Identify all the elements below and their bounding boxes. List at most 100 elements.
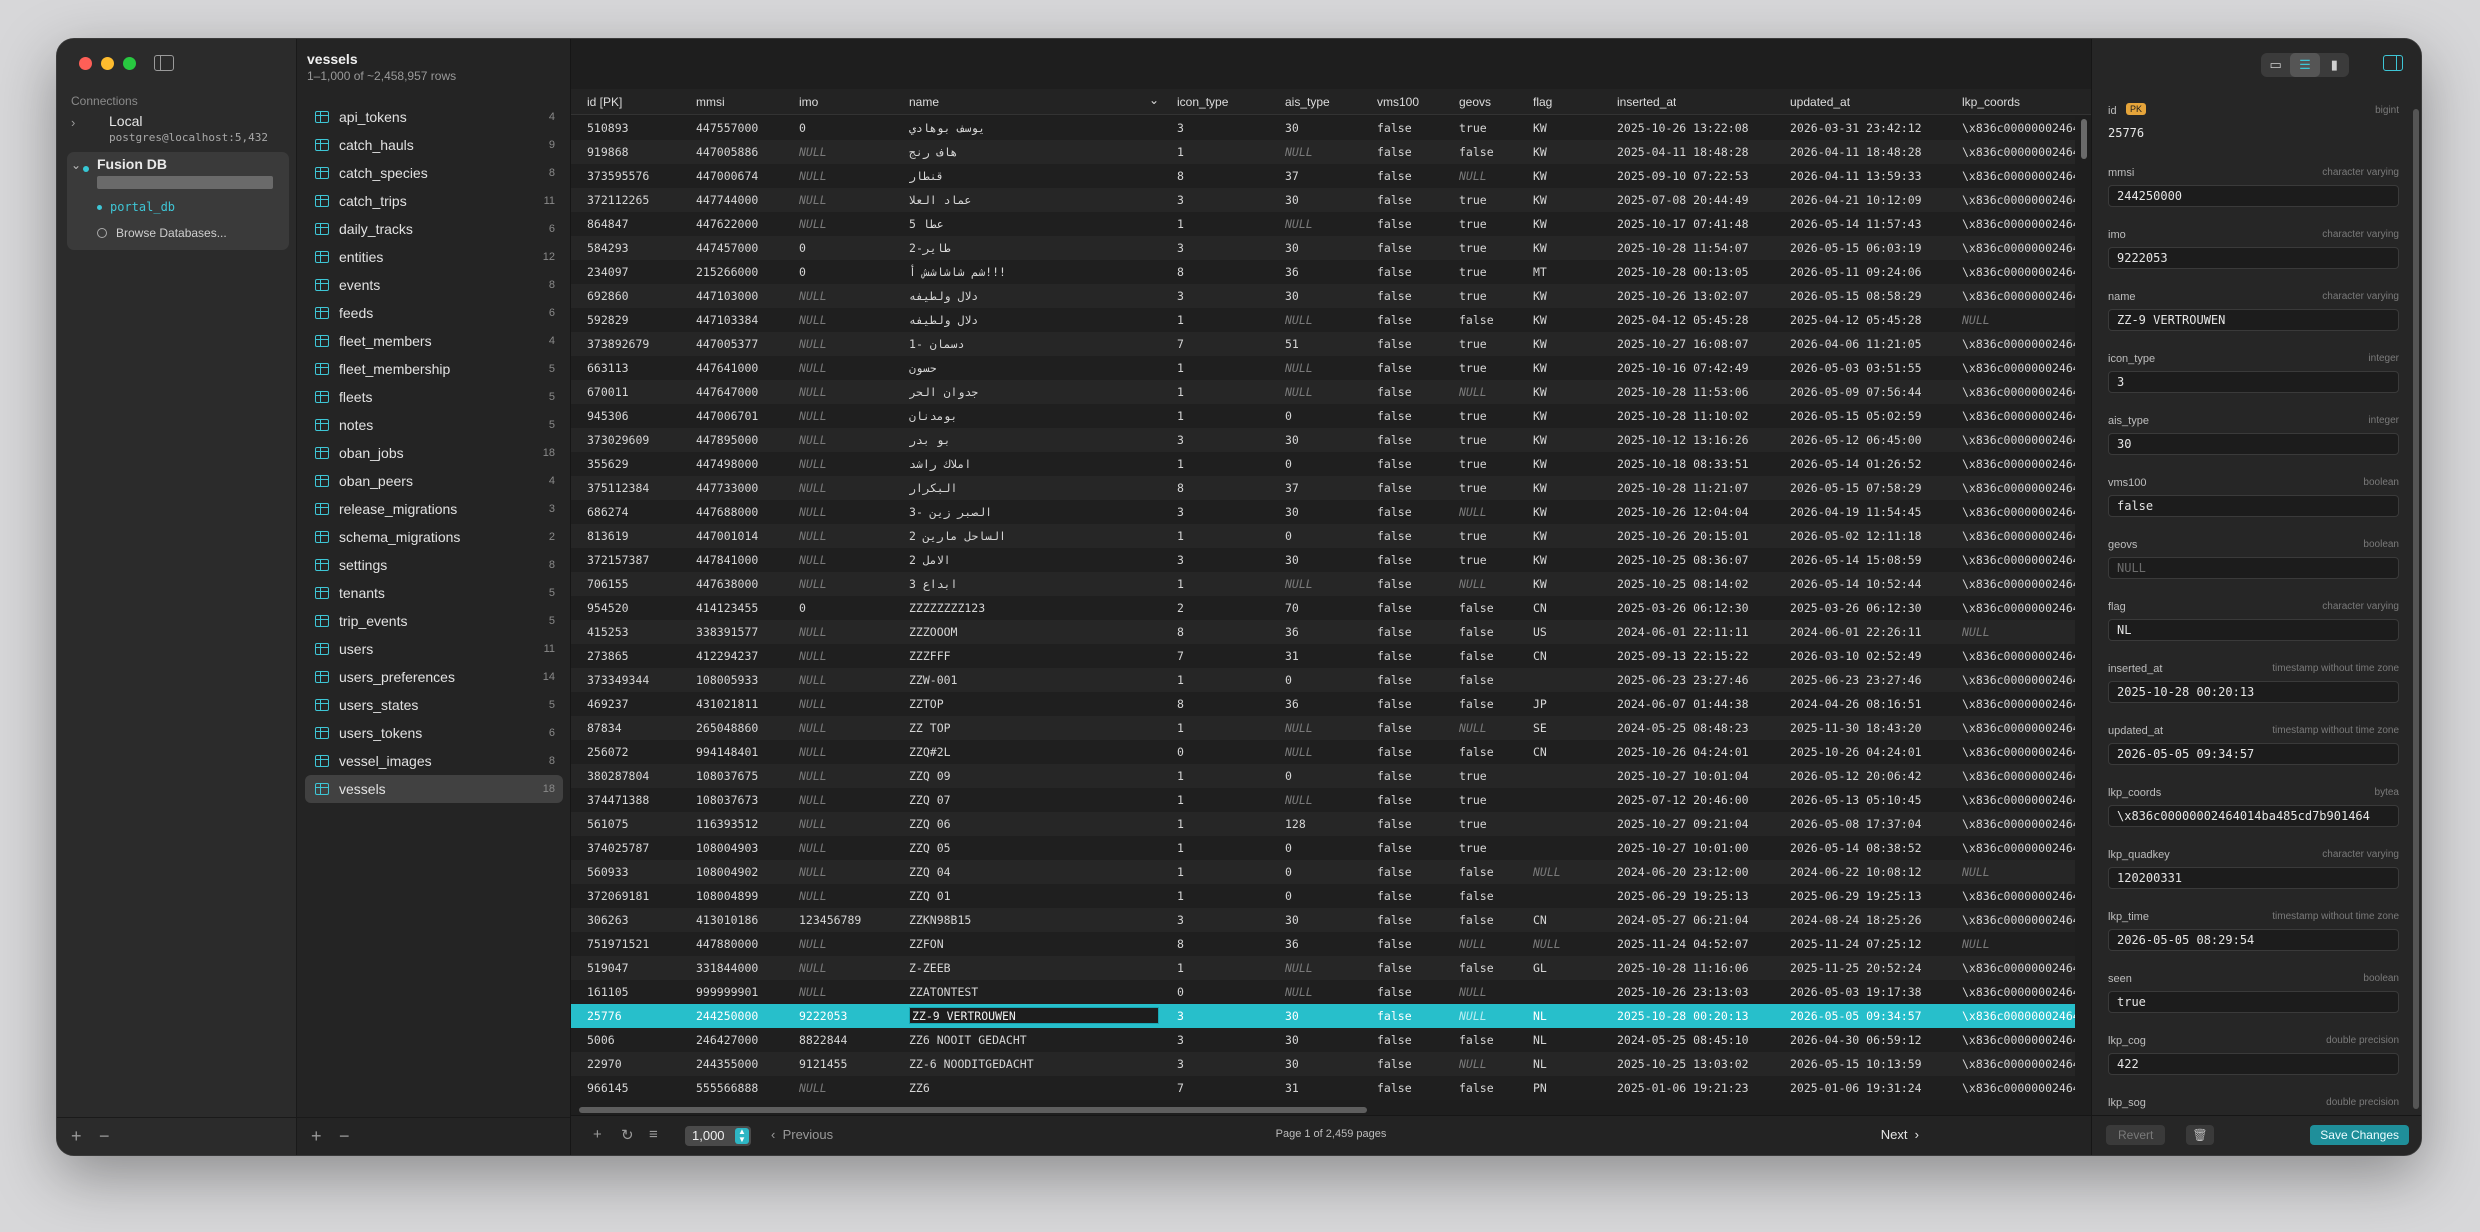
cell-mmsi[interactable]: 265048860 <box>696 716 758 740</box>
cell-imo[interactable]: 0 <box>799 236 806 260</box>
cell-imo[interactable]: NULL <box>799 1076 827 1100</box>
cell-flag[interactable]: KW <box>1533 356 1547 380</box>
cell-mmsi[interactable]: 447103000 <box>696 284 758 308</box>
cell-icon_type[interactable]: 3 <box>1177 1028 1184 1052</box>
cell-ais_type[interactable]: 36 <box>1285 260 1299 284</box>
cell-idPK[interactable]: 561075 <box>587 812 629 836</box>
cell-vms100[interactable]: false <box>1377 1028 1412 1052</box>
cell-idPK[interactable]: 161105 <box>587 980 629 1004</box>
cell-geovs[interactable]: true <box>1459 404 1487 428</box>
cell-lkp_coords[interactable]: \x836c00000002464 <box>1962 1052 2075 1076</box>
cell-inserted_at[interactable]: 2025-10-28 00:20:13 <box>1617 1004 1749 1028</box>
cell-idPK[interactable]: 663113 <box>587 356 629 380</box>
cell-icon_type[interactable]: 8 <box>1177 932 1184 956</box>
cell-updated_at[interactable]: 2025-04-12 05:45:28 <box>1790 308 1922 332</box>
cell-idPK[interactable]: 373349344 <box>587 668 649 692</box>
table-item-users_preferences[interactable]: users_preferences 14 <box>305 663 563 691</box>
database-item[interactable]: portal_db <box>97 200 175 214</box>
cell-updated_at[interactable]: 2026-03-10 02:52:49 <box>1790 644 1922 668</box>
cell-lkp_coords[interactable]: \x836c00000002464 <box>1962 1076 2075 1100</box>
cell-flag[interactable]: KW <box>1533 524 1547 548</box>
cell-flag[interactable]: JP <box>1533 692 1547 716</box>
cell-icon_type[interactable]: 8 <box>1177 692 1184 716</box>
field-value-input[interactable]: 30 <box>2108 433 2399 455</box>
cell-name[interactable]: يوسف بوهادي <box>909 116 1169 140</box>
table-item-users_states[interactable]: users_states 5 <box>305 691 563 719</box>
cell-updated_at[interactable]: 2026-05-05 09:34:57 <box>1790 1004 1922 1028</box>
cell-lkp_coords[interactable]: \x836c00000002464 <box>1962 452 2075 476</box>
inspector-scrollbar[interactable] <box>2413 109 2419 1109</box>
cell-lkp_coords[interactable]: \x836c00000002464 <box>1962 836 2075 860</box>
cell-icon_type[interactable]: 8 <box>1177 620 1184 644</box>
cell-flag[interactable]: NULL <box>1533 932 1561 956</box>
cell-idPK[interactable]: 560933 <box>587 860 629 884</box>
table-row[interactable]: 663113 447641000 NULL حسون 1 NULL false true KW 2… <box>571 356 2075 380</box>
cell-vms100[interactable]: false <box>1377 836 1412 860</box>
cell-mmsi[interactable]: 994148401 <box>696 740 758 764</box>
cell-icon_type[interactable]: 1 <box>1177 308 1184 332</box>
table-row[interactable]: 355629 447498000 NULL املاك راشد 1 0 false true… <box>571 452 2075 476</box>
cell-name[interactable]: Z-ZEEB <box>909 956 1169 980</box>
cell-ais_type[interactable]: 30 <box>1285 284 1299 308</box>
cell-mmsi[interactable]: 447733000 <box>696 476 758 500</box>
cell-imo[interactable]: NULL <box>799 164 827 188</box>
cell-name[interactable]: دلال ولطيفه <box>909 284 1169 308</box>
table-view-icon[interactable]: ☰ <box>2290 53 2320 77</box>
cell-lkp_coords[interactable]: \x836c00000002464 <box>1962 500 2075 524</box>
cell-name[interactable]: ZZQ 04 <box>909 860 1169 884</box>
cell-vms100[interactable]: false <box>1377 308 1412 332</box>
cell-geovs[interactable]: NULL <box>1459 500 1487 524</box>
cell-vms100[interactable]: false <box>1377 116 1412 140</box>
cell-geovs[interactable]: NULL <box>1459 1052 1487 1076</box>
cell-lkp_coords[interactable]: \x836c00000002464 <box>1962 164 2075 188</box>
cell-name[interactable]: عطا 5 <box>909 212 1169 236</box>
cell-lkp_coords[interactable]: \x836c00000002464 <box>1962 692 2075 716</box>
cell-mmsi[interactable]: 447103384 <box>696 308 758 332</box>
cell-icon_type[interactable]: 0 <box>1177 980 1184 1004</box>
cell-ais_type[interactable]: 30 <box>1285 428 1299 452</box>
cell-name[interactable]: عماد العلا <box>909 188 1169 212</box>
cell-ais_type[interactable]: NULL <box>1285 380 1313 404</box>
cell-vms100[interactable]: false <box>1377 140 1412 164</box>
cell-lkp_coords[interactable]: \x836c00000002464 <box>1962 428 2075 452</box>
cell-vms100[interactable]: false <box>1377 1052 1412 1076</box>
table-row[interactable]: 374471388 108037673 NULL ZZQ 07 1 NULL false tr… <box>571 788 2075 812</box>
cell-lkp_coords[interactable]: \x836c00000002464 <box>1962 740 2075 764</box>
cell-name[interactable]: ZZQ 01 <box>909 884 1169 908</box>
table-row[interactable]: 919868 447005886 NULL هاف رنج 1 NULL false fals… <box>571 140 2075 164</box>
cell-geovs[interactable]: false <box>1459 908 1494 932</box>
column-header[interactable]: name <box>909 95 939 109</box>
cell-idPK[interactable]: 864847 <box>587 212 629 236</box>
close-window-button[interactable] <box>79 57 92 70</box>
cell-ais_type[interactable]: 51 <box>1285 332 1299 356</box>
cell-flag[interactable]: KW <box>1533 140 1547 164</box>
cell-geovs[interactable]: NULL <box>1459 572 1487 596</box>
column-header[interactable]: lkp_coords <box>1962 95 2020 109</box>
connection-fusion-db[interactable]: ⌄ Fusion DB portal_db Browse Databases..… <box>67 152 289 250</box>
cell-ais_type[interactable]: 30 <box>1285 500 1299 524</box>
cell-imo[interactable]: NULL <box>799 932 827 956</box>
cell-vms100[interactable]: false <box>1377 548 1412 572</box>
cell-mmsi[interactable]: 555566888 <box>696 1076 758 1100</box>
cell-mmsi[interactable]: 447641000 <box>696 356 758 380</box>
cell-icon_type[interactable]: 1 <box>1177 668 1184 692</box>
cell-geovs[interactable]: true <box>1459 284 1487 308</box>
cell-lkp_coords[interactable]: \x836c00000002464 <box>1962 1004 2075 1028</box>
cell-name[interactable]: ZZFON <box>909 932 1169 956</box>
cell-icon_type[interactable]: 1 <box>1177 572 1184 596</box>
cell-ais_type[interactable]: 30 <box>1285 1028 1299 1052</box>
cell-ais_type[interactable]: NULL <box>1285 740 1313 764</box>
cell-geovs[interactable]: true <box>1459 548 1487 572</box>
cell-mmsi[interactable]: 244250000 <box>696 1004 758 1028</box>
cell-idPK[interactable]: 234097 <box>587 260 629 284</box>
field-value-input[interactable]: 9222053 <box>2108 247 2399 269</box>
cell-ais_type[interactable]: 36 <box>1285 692 1299 716</box>
cell-mmsi[interactable]: 413010186 <box>696 908 758 932</box>
connection-local[interactable]: › Local postgres@localhost:5,432 <box>69 113 289 147</box>
cell-editor-input[interactable]: ZZ-9 VERTROUWEN <box>909 1007 1159 1024</box>
table-item-catch_trips[interactable]: catch_trips 11 <box>305 187 563 215</box>
cell-updated_at[interactable]: 2026-04-11 13:59:33 <box>1790 164 1922 188</box>
column-header[interactable]: flag <box>1533 95 1552 109</box>
cell-geovs[interactable]: false <box>1459 956 1494 980</box>
cell-name[interactable]: ZZZOOOM <box>909 620 1169 644</box>
